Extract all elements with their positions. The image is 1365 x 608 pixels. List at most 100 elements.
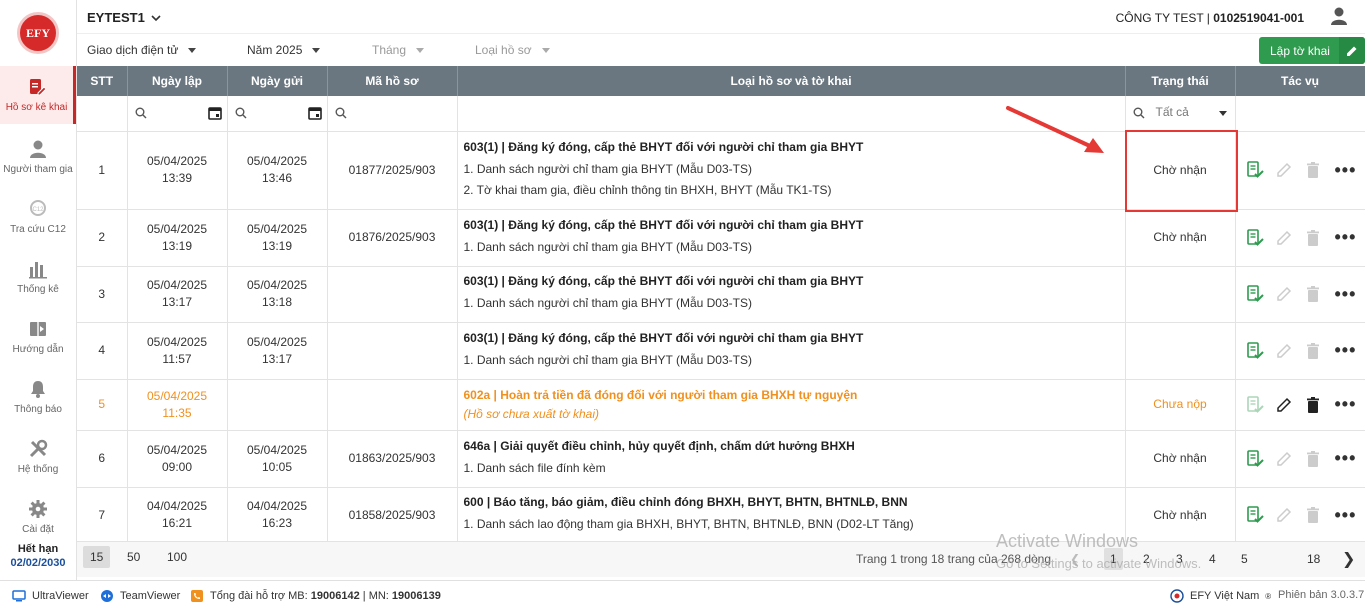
- caret-down-icon: [188, 48, 197, 54]
- ultraviewer-link[interactable]: UltraViewer: [12, 589, 89, 603]
- table-row[interactable]: 4 05/04/2025 11:57 05/04/2025 13:17 603(1) | …: [77, 322, 1365, 380]
- month-filter[interactable]: Tháng: [372, 43, 425, 57]
- nav-he-thong[interactable]: Hệ thống: [0, 428, 76, 486]
- type-filter[interactable]: Loại hồ sơ: [475, 43, 550, 57]
- trash-icon[interactable]: [1304, 229, 1322, 247]
- declaration-form-item[interactable]: 1. Danh sách người chỉ tham gia BHYT (Mẫ…: [464, 293, 1125, 314]
- table-row[interactable]: 2 05/04/2025 13:19 05/04/2025 13:19 01876/202…: [77, 209, 1365, 267]
- more-options-icon[interactable]: •••: [1335, 505, 1357, 526]
- pencil-icon[interactable]: [1275, 161, 1293, 179]
- created-search-cell[interactable]: [127, 96, 228, 132]
- header-code[interactable]: Mã hồ sơ: [327, 66, 458, 96]
- trash-icon[interactable]: [1304, 450, 1322, 468]
- page-size-50[interactable]: 50: [127, 550, 140, 564]
- type-cell[interactable]: 646a | Giải quyết điều chỉnh, hủy quyết …: [457, 430, 1126, 488]
- sent-search-cell[interactable]: [227, 96, 328, 132]
- more-options-icon[interactable]: •••: [1335, 160, 1357, 181]
- calendar-icon[interactable]: [207, 106, 222, 120]
- next-page-icon[interactable]: ❯: [1342, 549, 1355, 569]
- more-options-icon[interactable]: •••: [1335, 227, 1357, 248]
- declaration-form-item[interactable]: 1. Danh sách người chỉ tham gia BHYT (Mẫ…: [464, 350, 1125, 371]
- check-document-icon[interactable]: [1246, 395, 1264, 414]
- status-filter-cell[interactable]: Tất cả: [1125, 96, 1236, 132]
- declaration-title[interactable]: 603(1) | Đăng ký đóng, cấp thẻ BHYT đối …: [464, 274, 1125, 288]
- expire-date: 02/02/2030: [10, 557, 66, 569]
- sent-cell: 05/04/2025 10:05: [227, 430, 328, 488]
- pencil-icon[interactable]: [1275, 285, 1293, 303]
- page-4[interactable]: 4: [1209, 552, 1216, 566]
- check-document-icon[interactable]: [1246, 228, 1264, 247]
- actions-cell: •••: [1235, 131, 1365, 210]
- user-icon[interactable]: [1329, 6, 1349, 26]
- year-filter[interactable]: Năm 2025: [247, 43, 321, 57]
- org-selector[interactable]: EYTEST1: [87, 10, 161, 25]
- page-5[interactable]: 5: [1241, 552, 1248, 566]
- type-cell[interactable]: 603(1) | Đăng ký đóng, cấp thẻ BHYT đối …: [457, 266, 1126, 323]
- check-document-icon[interactable]: [1246, 449, 1264, 468]
- trash-icon[interactable]: [1304, 161, 1322, 179]
- declaration-title[interactable]: 603(1) | Đăng ký đóng, cấp thẻ BHYT đối …: [464, 331, 1125, 345]
- table-row[interactable]: 6 05/04/2025 09:00 05/04/2025 10:05 01863/202…: [77, 430, 1365, 488]
- page-18[interactable]: 18: [1307, 552, 1320, 566]
- more-options-icon[interactable]: •••: [1335, 448, 1357, 469]
- table-row[interactable]: 7 04/04/2025 16:21 04/04/2025 16:23 01858/202…: [77, 487, 1365, 544]
- declaration-title[interactable]: 603(1) | Đăng ký đóng, cấp thẻ BHYT đối …: [464, 218, 1125, 232]
- pencil-icon[interactable]: [1275, 450, 1293, 468]
- created-cell: 05/04/2025 13:39: [127, 131, 228, 210]
- check-document-icon[interactable]: [1246, 341, 1264, 360]
- check-document-icon[interactable]: [1246, 285, 1264, 303]
- header-stt[interactable]: STT: [77, 66, 128, 96]
- check-document-icon[interactable]: [1246, 506, 1264, 524]
- page-size-15[interactable]: 15: [83, 546, 111, 568]
- create-declaration-button[interactable]: Lập tờ khai: [1259, 37, 1365, 64]
- transaction-filter[interactable]: Giao dịch điện tử: [87, 43, 197, 57]
- pencil-icon[interactable]: [1275, 229, 1293, 247]
- type-cell[interactable]: 602a | Hoàn trả tiền đã đóng đối với ngư…: [457, 379, 1126, 431]
- company-code: 0102519041-001: [1213, 11, 1304, 25]
- check-document-icon[interactable]: [1246, 161, 1264, 179]
- header-type[interactable]: Loại hồ sơ và tờ khai: [457, 66, 1126, 96]
- header-created[interactable]: Ngày lập: [127, 66, 228, 96]
- declaration-form-item[interactable]: 1. Danh sách file đính kèm: [464, 458, 1125, 479]
- trash-icon[interactable]: [1304, 285, 1322, 303]
- declaration-form-item[interactable]: 1. Danh sách người chỉ tham gia BHYT (Mẫ…: [464, 159, 1125, 180]
- status-cell: Chưa nộp: [1125, 379, 1236, 431]
- more-options-icon[interactable]: •••: [1335, 340, 1357, 361]
- declaration-form-item[interactable]: 2. Tờ khai tham gia, điều chỉnh thông ti…: [464, 180, 1125, 201]
- nav-thong-ke[interactable]: Thống kê: [0, 248, 76, 306]
- declaration-title[interactable]: 602a | Hoàn trả tiền đã đóng đối với ngư…: [464, 388, 1125, 402]
- pencil-icon[interactable]: [1275, 506, 1293, 524]
- trash-icon[interactable]: [1304, 506, 1322, 524]
- row-actions: •••: [1236, 160, 1365, 181]
- header-sent[interactable]: Ngày gửi: [227, 66, 328, 96]
- actions-cell: •••: [1235, 266, 1365, 323]
- nav-tra-cuu-c12[interactable]: C12 Tra cứu C12: [0, 188, 76, 246]
- trash-icon[interactable]: [1304, 342, 1322, 360]
- more-options-icon[interactable]: •••: [1335, 394, 1357, 415]
- pencil-icon[interactable]: [1275, 342, 1293, 360]
- declaration-title[interactable]: 600 | Báo tăng, báo giảm, điều chỉnh đón…: [464, 495, 1125, 509]
- table-row[interactable]: 5 05/04/2025 11:35 602a | Hoàn trả tiền đã …: [77, 379, 1365, 431]
- pencil-icon[interactable]: [1275, 396, 1293, 414]
- year-filter-value: Năm 2025: [247, 43, 303, 57]
- nav-huong-dan[interactable]: Hướng dẫn: [0, 308, 76, 366]
- declaration-form-item[interactable]: 1. Danh sách người chỉ tham gia BHYT (Mẫ…: [464, 237, 1125, 258]
- teamviewer-link[interactable]: TeamViewer: [100, 589, 180, 603]
- efy-logo[interactable]: EFY: [17, 12, 59, 54]
- header-status[interactable]: Trạng thái: [1125, 66, 1236, 96]
- code-search-cell[interactable]: [327, 96, 458, 132]
- nav-cai-dat[interactable]: Cài đặt: [0, 488, 76, 546]
- trash-icon[interactable]: [1304, 396, 1322, 414]
- nav-thong-bao[interactable]: Thông báo: [0, 368, 76, 426]
- more-options-icon[interactable]: •••: [1335, 284, 1357, 305]
- declaration-title[interactable]: 646a | Giải quyết điều chỉnh, hủy quyết …: [464, 439, 1125, 453]
- type-cell[interactable]: 603(1) | Đăng ký đóng, cấp thẻ BHYT đối …: [457, 322, 1126, 380]
- nav-ho-so-ke-khai[interactable]: Hồ sơ kê khai: [0, 66, 76, 124]
- stt-cell: 4: [77, 322, 128, 380]
- calendar-icon[interactable]: [307, 106, 322, 120]
- nav-nguoi-tham-gia[interactable]: Người tham gia: [0, 128, 76, 186]
- sent-time: 10:05: [261, 459, 293, 474]
- page-size-100[interactable]: 100: [167, 550, 187, 564]
- table-row[interactable]: 3 05/04/2025 13:17 05/04/2025 13:18 603(1) | …: [77, 266, 1365, 323]
- type-cell[interactable]: 603(1) | Đăng ký đóng, cấp thẻ BHYT đối …: [457, 209, 1126, 267]
